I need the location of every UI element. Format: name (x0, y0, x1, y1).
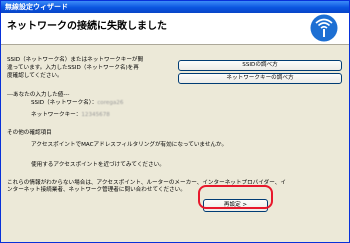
key-row: ネットワークキー：12345678 (31, 112, 110, 119)
error-message-line-2: 違っています。入力したSSID（ネットワーク名)を再 (7, 65, 139, 71)
title-bar[interactable]: 無線設定ウィザード (1, 1, 349, 13)
ssid-label: SSID（ネットワーク名）： (31, 100, 98, 106)
page-title: ネットワークの接続に失敗しました (7, 21, 167, 32)
other-checks-heading: その他の確認項目 (7, 130, 52, 136)
highlight-circle (198, 185, 273, 209)
wireless-logo-icon (310, 14, 338, 42)
header-panel: ネットワークの接続に失敗しました (1, 13, 349, 45)
content-area: SSID（ネットワーク名）またはネットワークキーが間 違っています。入力したSS… (1, 45, 349, 242)
network-key-label: ネットワークキー： (31, 112, 82, 118)
input-info-heading: ---あなたの入力した値--- (7, 92, 70, 98)
wizard-window: 無線設定ウィザード ネットワークの接続に失敗しました SSID（ネットワーク名）… (0, 0, 350, 243)
window-title: 無線設定ウィザード (5, 3, 68, 11)
network-key-value: 12345678 (81, 112, 110, 118)
network-key-help-button[interactable]: ネットワークキーの調べ方 (178, 73, 342, 84)
error-message-line-3: 度確認してください。 (7, 73, 63, 79)
ssid-help-button[interactable]: SSIDの調べ方 (178, 60, 342, 71)
ssid-row: SSID（ネットワーク名）：corega26 (31, 100, 123, 107)
ssid-value: corega26 (97, 100, 124, 106)
error-message-line-1: SSID（ネットワーク名）またはネットワークキーが間 (7, 57, 144, 63)
check-item-move-closer: 使用するアクセスポイントを近づけてみてください。 (31, 162, 165, 168)
check-item-mac-filter: アクセスポイントでMACアドレスフィルタリングが有効になっていませんか。 (31, 142, 228, 148)
footer-note-line-2: ンターネット接続業者、ネットワーク管理者に問い合わせてください。 (7, 187, 186, 193)
